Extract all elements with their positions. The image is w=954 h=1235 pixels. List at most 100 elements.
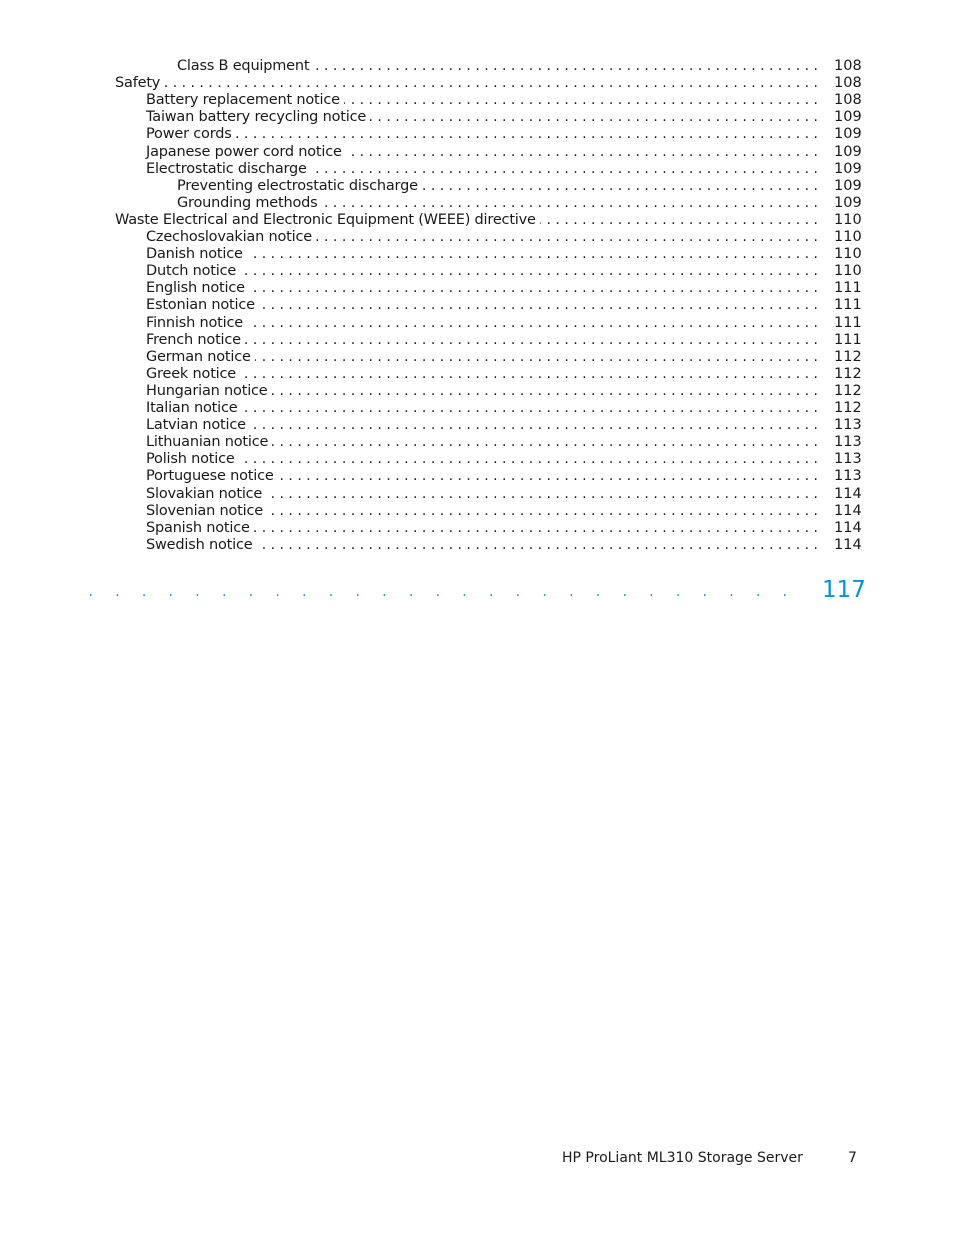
toc-page-number: 109	[834, 143, 862, 160]
toc-page-number: 108	[834, 58, 862, 74]
toc-entry[interactable]: Safety . . . . . . . . . . . . . . . . .…	[0, 75, 954, 93]
toc-entry[interactable]: Latvian notice . . . . . . . . . . . . .…	[0, 417, 954, 435]
toc-entry-label: Preventing electrostatic discharge	[177, 177, 422, 195]
toc-page-number: 112	[834, 400, 862, 416]
toc-entry[interactable]: Swedish notice . . . . . . . . . . . . .…	[0, 536, 954, 554]
toc-entry-label: French notice	[146, 331, 245, 349]
dot-leader: . . . . . . . . . . . . . . . . . . . . …	[190, 331, 818, 348]
toc-page-number: 110	[834, 229, 862, 245]
toc-page-number: 117	[822, 577, 866, 603]
toc-entry[interactable]: Lithuanian notice . . . . . . . . . . . …	[0, 434, 954, 452]
toc-entry[interactable]: Polish notice . . . . . . . . . . . . . …	[0, 451, 954, 469]
toc-entry-label: Slovenian notice	[146, 502, 267, 520]
toc-entry[interactable]: German notice . . . . . . . . . . . . . …	[0, 348, 954, 366]
toc-page-number: 110	[834, 263, 862, 280]
toc-entry-label: Hungarian notice	[146, 382, 272, 400]
dot-leader: . . . . . . . . . . . . . . . . . . . . …	[88, 584, 796, 600]
toc-page-number: 114	[834, 519, 862, 536]
toc-page-number: 109	[834, 126, 862, 143]
toc-entry[interactable]: French notice . . . . . . . . . . . . . …	[0, 331, 954, 349]
toc-page-number: 110	[834, 211, 862, 228]
toc-entry-label: Power cords	[146, 126, 236, 144]
dot-leader: . . . . . . . . . . . . . . . . . . . . …	[160, 75, 818, 92]
footer-page-number: 7	[848, 1150, 857, 1166]
toc-entry[interactable]: Danish notice . . . . . . . . . . . . . …	[0, 246, 954, 264]
toc-page-number: 111	[834, 331, 862, 348]
toc-page-number: 113	[834, 451, 862, 468]
toc-entry[interactable]: Battery replacement notice . . . . . . .…	[0, 92, 954, 110]
toc-page-number: 109	[834, 109, 862, 126]
dot-leader: . . . . . . . . . . . . . . . . . . . . …	[190, 297, 818, 314]
dot-leader: . . . . . . . . . . . . . . . . . . . . …	[190, 280, 818, 297]
dot-leader: . . . . . . . . . . . . . . . . . . . . …	[190, 400, 818, 416]
toc-page-number: 113	[834, 468, 862, 485]
toc-index-entry[interactable]: . . . . . . . . . . . . . . . . . . . . …	[0, 577, 954, 603]
toc-entry[interactable]: Japanese power cord notice . . . . . . .…	[0, 143, 954, 161]
dot-leader: . . . . . . . . . . . . . . . . . . . . …	[190, 502, 818, 519]
toc-entry-label: Taiwan battery recycling notice	[146, 109, 371, 127]
toc-entry[interactable]: Taiwan battery recycling notice . . . . …	[0, 109, 954, 127]
toc-entry-label: Waste Electrical and Electronic Equipmen…	[115, 211, 540, 229]
toc-entry[interactable]: Spanish notice . . . . . . . . . . . . .…	[0, 519, 954, 537]
toc-entry[interactable]: Greek notice . . . . . . . . . . . . . .…	[0, 365, 954, 383]
toc-entry-label: Finnish notice	[146, 314, 247, 332]
toc-entry-label: Safety	[115, 75, 165, 93]
dot-leader: . . . . . . . . . . . . . . . . . . . . …	[190, 348, 818, 365]
toc-page-number: 114	[834, 536, 862, 553]
toc-entry-label: Class B equipment	[177, 58, 314, 75]
toc-entry[interactable]: Waste Electrical and Electronic Equipmen…	[0, 211, 954, 229]
page-footer: HP ProLiant ML310 Storage Server 7	[0, 1150, 954, 1170]
toc-entry[interactable]: Italian notice . . . . . . . . . . . . .…	[0, 400, 954, 417]
toc-entry[interactable]: Power cords . . . . . . . . . . . . . . …	[0, 126, 954, 144]
toc-entry-label: Czechoslovakian notice	[146, 229, 316, 246]
toc-page-number: 108	[834, 92, 862, 109]
toc-entry-label: Italian notice	[146, 400, 242, 417]
dot-leader: . . . . . . . . . . . . . . . . . . . . …	[190, 382, 818, 399]
dot-leader: . . . . . . . . . . . . . . . . . . . . …	[190, 365, 818, 382]
toc-page-number: 112	[834, 348, 862, 365]
dot-leader: . . . . . . . . . . . . . . . . . . . . …	[190, 485, 818, 502]
dot-leader: . . . . . . . . . . . . . . . . . . . . …	[190, 434, 818, 451]
toc-entry[interactable]: Estonian notice . . . . . . . . . . . . …	[0, 297, 954, 315]
toc-entry-label: Electrostatic discharge	[146, 160, 311, 178]
toc-entry-label: Slovakian notice	[146, 485, 267, 503]
toc-page-number: 112	[834, 382, 862, 399]
toc-entry-label: German notice	[146, 348, 255, 366]
toc-entry-label: Portuguese notice	[146, 468, 278, 486]
dot-leader: . . . . . . . . . . . . . . . . . . . . …	[190, 417, 818, 434]
dot-leader: . . . . . . . . . . . . . . . . . . . . …	[190, 468, 818, 485]
toc-entry-label: Grounding methods	[177, 194, 322, 212]
dot-leader: . . . . . . . . . . . . . . . . . . . . …	[190, 246, 818, 263]
toc-entry-label: Greek notice	[146, 365, 240, 383]
toc-entry[interactable]: English notice . . . . . . . . . . . . .…	[0, 280, 954, 298]
toc-entry[interactable]: Finnish notice . . . . . . . . . . . . .…	[0, 314, 954, 332]
toc-page-number: 114	[834, 485, 862, 502]
toc-entry-label: Battery replacement notice	[146, 92, 344, 110]
dot-leader: . . . . . . . . . . . . . . . . . . . . …	[190, 451, 818, 468]
toc-page-number: 114	[834, 502, 862, 519]
dot-leader: . . . . . . . . . . . . . . . . . . . . …	[190, 519, 818, 536]
toc-entry[interactable]: Class B equipment . . . . . . . . . . . …	[0, 58, 954, 75]
toc-entry-label: Lithuanian notice	[146, 434, 273, 452]
dot-leader: . . . . . . . . . . . . . . . . . . . . …	[190, 126, 818, 143]
toc-entry[interactable]: Grounding methods . . . . . . . . . . . …	[0, 194, 954, 212]
toc-entry-label: Dutch notice	[146, 263, 241, 281]
toc-entry-label: Estonian notice	[146, 297, 259, 315]
dot-leader: . . . . . . . . . . . . . . . . . . . . …	[190, 314, 818, 331]
toc-entry[interactable]: Slovakian notice . . . . . . . . . . . .…	[0, 485, 954, 503]
toc-entry-label: English notice	[146, 280, 249, 298]
toc-page-number: 108	[834, 75, 862, 92]
toc-page-number: 109	[834, 194, 862, 211]
toc-entry-label: Polish notice	[146, 451, 239, 469]
toc-page-number: 109	[834, 177, 862, 194]
toc-entry[interactable]: Dutch notice . . . . . . . . . . . . . .…	[0, 263, 954, 281]
toc-entry[interactable]: Hungarian notice . . . . . . . . . . . .…	[0, 382, 954, 400]
toc-page-number: 109	[834, 160, 862, 177]
toc-entry[interactable]: Preventing electrostatic discharge . . .…	[0, 177, 954, 195]
toc-entry[interactable]: Electrostatic discharge . . . . . . . . …	[0, 160, 954, 178]
toc-entry[interactable]: Portuguese notice . . . . . . . . . . . …	[0, 468, 954, 486]
toc-entry[interactable]: Slovenian notice . . . . . . . . . . . .…	[0, 502, 954, 520]
toc-entry-label: Swedish notice	[146, 536, 257, 554]
toc-entry[interactable]: Czechoslovakian notice . . . . . . . . .…	[0, 229, 954, 246]
toc-page-number: 110	[834, 246, 862, 263]
